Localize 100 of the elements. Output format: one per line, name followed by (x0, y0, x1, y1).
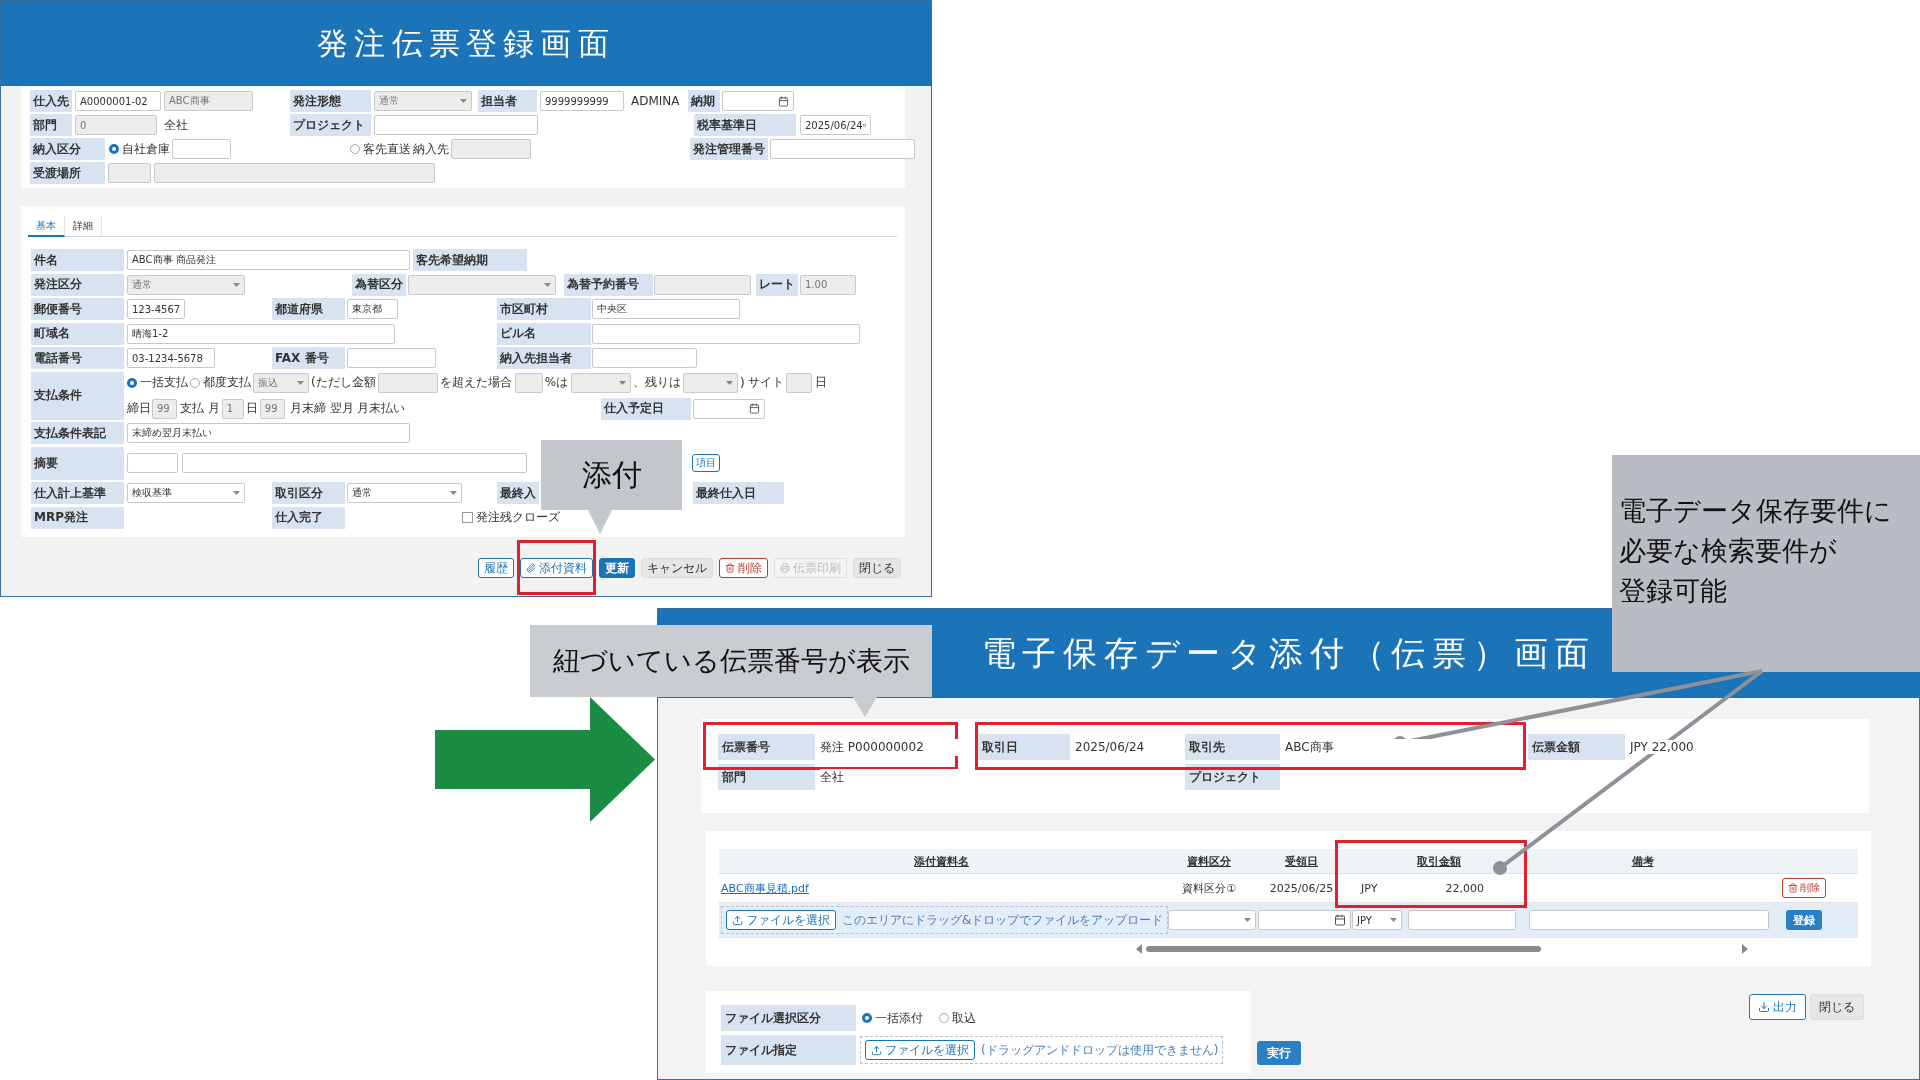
close-button[interactable]: 閉じる (1810, 994, 1864, 1020)
radio-option[interactable]: 一括添付 (862, 1009, 923, 1027)
file-select-button[interactable]: ファイルを選択 (865, 1040, 975, 1060)
column-header: 資料区分 (1186, 853, 1232, 869)
cancel-button[interactable]: キャンセル (641, 558, 713, 578)
input-field[interactable]: 123-4567 (127, 299, 185, 319)
input-field[interactable]: 東京都 (347, 299, 398, 319)
trash-icon (1787, 883, 1798, 893)
radio-icon[interactable] (109, 144, 119, 154)
caret-icon (450, 491, 457, 495)
close-button[interactable]: 閉じる (853, 558, 901, 578)
input-field[interactable] (182, 453, 527, 473)
delete-button[interactable]: 削除 (1781, 878, 1826, 898)
input-field[interactable] (592, 323, 860, 344)
field-label: 部門 (718, 764, 815, 790)
tab[interactable]: 基本 (28, 216, 65, 237)
input-field[interactable] (770, 139, 915, 159)
input-field[interactable]: 末締め翌月末払い (127, 423, 410, 443)
field-label: 電話番号 (31, 347, 124, 369)
delete-button[interactable]: 削除 (719, 558, 768, 578)
caret-icon (460, 99, 467, 103)
drop-hint: (ドラッグアンドドロップは使用できません) (981, 1041, 1219, 1059)
export-button[interactable]: 出力 (1749, 994, 1806, 1020)
input-field[interactable]: 03-1234-5678 (127, 348, 215, 368)
item-button[interactable]: 項目 (692, 454, 720, 472)
field-label: 最終入 (497, 482, 539, 504)
checkbox-icon[interactable] (462, 512, 473, 523)
drop-zone[interactable]: ファイルを選択 (ドラッグアンドドロップは使用できません) (860, 1036, 1224, 1064)
field-label: 最終仕入日 (693, 482, 784, 504)
input-field[interactable] (127, 453, 178, 473)
input-field[interactable]: 中央区 (592, 299, 740, 319)
amount-text: 22,000 (1445, 881, 1484, 895)
field-label: 仕入計上基準 (31, 482, 124, 504)
scrollbar[interactable] (1136, 944, 1748, 954)
radio-option[interactable]: 自社倉庫 (109, 140, 170, 158)
radio-icon[interactable] (939, 1013, 949, 1023)
field-label: 伝票番号 (718, 734, 815, 760)
callout-text: 電子データ保存要件に (1619, 494, 1893, 528)
field-text: サイト (748, 374, 785, 391)
file-select-button[interactable]: ファイルを選択 (726, 910, 836, 930)
field-label: 為替予約番号 (564, 273, 653, 296)
input-field[interactable] (1529, 910, 1769, 930)
radio-option[interactable]: 一括支払 (127, 374, 188, 391)
radio-icon[interactable] (862, 1013, 872, 1023)
table-cell-text: 資料区分① (1181, 880, 1237, 896)
date-field[interactable]: 2025/06/24 (800, 115, 871, 135)
input-field[interactable]: ABC商事 商品発注 (127, 250, 410, 270)
callout-text: 登録可能 (1619, 574, 1728, 608)
history-button[interactable]: 履歴 (478, 558, 514, 578)
register-button[interactable]: 登録 (1785, 910, 1822, 930)
field-text: を超えた場合 (439, 374, 512, 391)
input-field[interactable]: 晴海1-2 (127, 323, 395, 344)
input-field[interactable] (172, 139, 231, 159)
field-label: 担当者 (478, 90, 537, 112)
field-label: 仕入先 (30, 90, 72, 112)
caret-icon (297, 380, 304, 385)
input-field[interactable]: 9999999999 (540, 91, 624, 111)
field-text: 月末締 翌月 月末払い (289, 400, 406, 417)
select-field[interactable] (1168, 910, 1256, 930)
radio-icon[interactable] (127, 377, 137, 388)
field-label: 件名 (31, 249, 124, 271)
input-field[interactable] (592, 348, 697, 368)
caret-icon (1390, 918, 1397, 922)
input-field[interactable] (374, 115, 538, 135)
radio-icon[interactable] (350, 144, 360, 154)
date-field[interactable] (1258, 910, 1351, 930)
file-link[interactable]: ABC商事見積.pdf (719, 880, 809, 896)
radio-icon[interactable] (190, 377, 200, 388)
field-label: 納入先担当者 (497, 347, 591, 369)
field-label: 取引先 (1185, 734, 1280, 760)
select-field[interactable]: 検収基準 (127, 483, 245, 503)
download-icon (1758, 1001, 1770, 1013)
checkbox-option[interactable]: 発注残クローズ (462, 509, 562, 526)
input-field[interactable] (347, 348, 436, 368)
run-button[interactable]: 実行 (1257, 1041, 1301, 1065)
date-field[interactable] (722, 91, 794, 111)
input-field[interactable]: A0000001-02 (75, 91, 161, 111)
field-text: 日 (815, 374, 828, 391)
upload-icon (732, 914, 743, 926)
field-label: プロジェクト (1185, 764, 1280, 790)
attach-button[interactable]: 添付資料 (520, 558, 593, 578)
radio-option[interactable]: 取込 (939, 1009, 976, 1027)
field-label: 取引区分 (272, 482, 345, 504)
select-field[interactable]: 通常 (347, 483, 462, 503)
tab[interactable]: 詳細 (65, 216, 102, 237)
field-label: 市区町村 (497, 298, 591, 320)
field-label: 発注管理番号 (690, 138, 768, 160)
update-button[interactable]: 更新 (599, 558, 635, 578)
radio-option[interactable]: 客先直送 (350, 140, 411, 158)
input-field[interactable] (1408, 910, 1516, 930)
field-label: FAX 番号 (272, 347, 345, 369)
select-field[interactable]: JPY (1352, 910, 1402, 930)
date-field[interactable] (693, 398, 766, 419)
field-label: 納期 (688, 90, 720, 112)
radio-option[interactable]: 都度支払 (190, 374, 251, 391)
drop-zone[interactable]: ファイルを選択 このエリアにドラッグ&ドロップでファイルをアップロード (721, 906, 1169, 934)
caret-icon (1244, 918, 1251, 922)
field-text: 締日 (127, 400, 151, 417)
column-header: 備考 (1630, 853, 1655, 869)
column-header: 取引金額 (1416, 853, 1462, 869)
